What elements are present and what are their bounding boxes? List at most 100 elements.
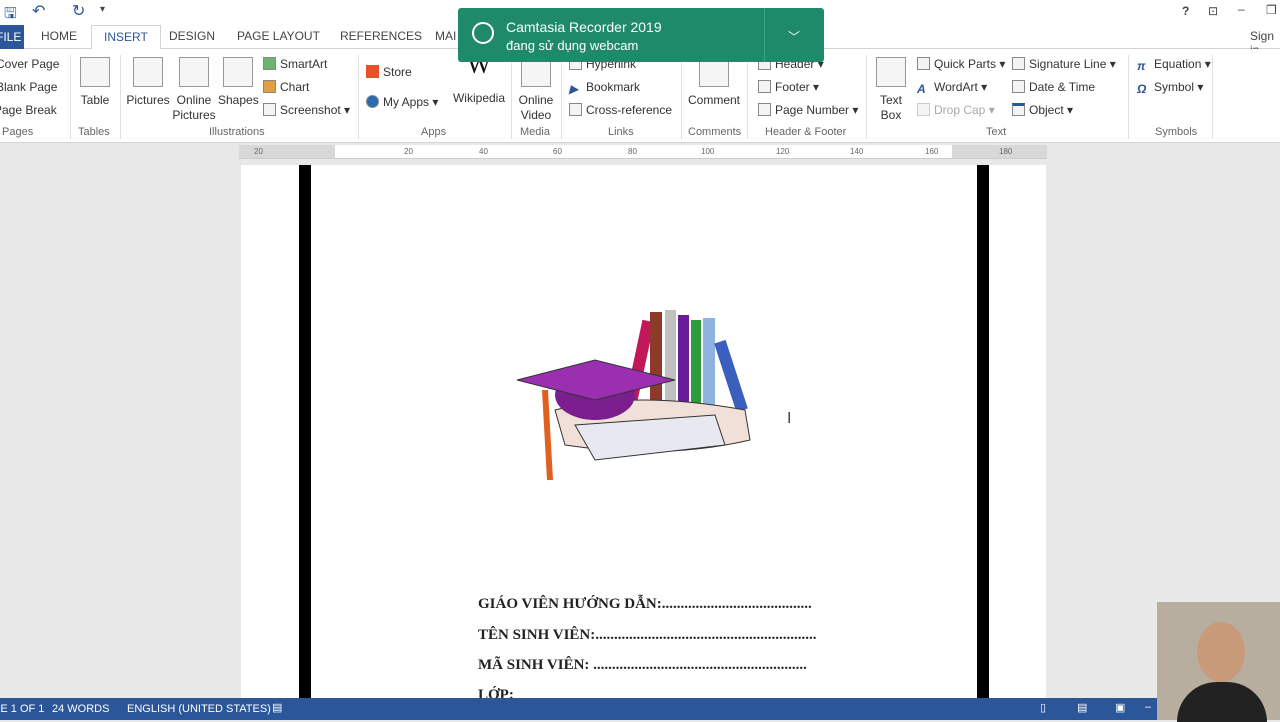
camtasia-notification[interactable]: Camtasia Recorder 2019 đang sử dụng webc… xyxy=(458,8,824,62)
horizontal-ruler[interactable]: 20 20 40 60 80 100 120 140 160 180 xyxy=(239,145,1047,159)
text-cursor-icon: I xyxy=(787,410,792,427)
ribbon: Cover Page Blank Page Page Break Pages T… xyxy=(0,49,1280,143)
group-label-tables: Tables xyxy=(78,126,110,138)
page-number-button[interactable]: Page Number ▾ xyxy=(758,103,858,117)
ruler-label: 20 xyxy=(404,147,413,156)
restore-button[interactable]: ❐ xyxy=(1266,3,1277,17)
online-video-button[interactable]: Online Video xyxy=(515,57,557,123)
shapes-icon xyxy=(223,57,253,87)
person-shirt xyxy=(1177,682,1267,722)
undo-icon[interactable]: ↶ xyxy=(32,1,45,21)
zoom-out-icon[interactable]: – xyxy=(1145,701,1151,713)
chart-button[interactable]: Chart xyxy=(263,80,309,94)
ruler-label: 160 xyxy=(925,147,939,156)
status-bar: PAGE 1 OF 1 24 WORDS ENGLISH (UNITED STA… xyxy=(0,698,1280,720)
webcam-overlay xyxy=(1157,602,1280,722)
blank-page-button[interactable]: Blank Page xyxy=(0,80,57,94)
wordart-button[interactable]: A WordArt ▾ xyxy=(917,80,987,96)
omega-icon: Ω xyxy=(1137,82,1147,96)
pi-icon: π xyxy=(1137,59,1146,73)
pictures-button[interactable]: Pictures xyxy=(126,57,170,108)
help-button[interactable]: ? xyxy=(1182,4,1189,18)
cover-page-button[interactable]: Cover Page xyxy=(0,57,59,71)
group-label-links: Links xyxy=(608,126,634,138)
text-box-button[interactable]: Text Box xyxy=(872,57,910,123)
text-box-icon xyxy=(876,57,906,87)
bookmark-button[interactable]: ▶ Bookmark xyxy=(569,80,640,96)
minimize-button[interactable]: – xyxy=(1238,2,1245,16)
cross-reference-icon xyxy=(569,103,582,116)
ruler-label: 140 xyxy=(850,147,864,156)
ruler-label: 40 xyxy=(479,147,488,156)
footer-icon xyxy=(758,80,771,93)
ruler-label: 120 xyxy=(776,147,790,156)
language-status[interactable]: ENGLISH (UNITED STATES) xyxy=(127,703,271,715)
group-label-illustrations: Illustrations xyxy=(209,126,265,138)
wikipedia-button[interactable]: W Wikipedia xyxy=(450,52,508,106)
web-layout-icon[interactable]: ▣ xyxy=(1115,701,1125,714)
macro-recording-icon[interactable]: ▤ xyxy=(272,701,282,714)
cross-reference-button[interactable]: Cross-reference xyxy=(569,103,672,117)
page-count[interactable]: PAGE 1 OF 1 xyxy=(0,703,44,715)
person-face xyxy=(1197,622,1245,682)
online-pictures-icon xyxy=(179,57,209,87)
instructor-field[interactable]: GIÁO VIÊN HƯỚNG DẪN:....................… xyxy=(478,596,812,613)
shapes-button[interactable]: Shapes xyxy=(218,57,259,108)
ruler-label: 100 xyxy=(701,147,715,156)
chevron-down-icon[interactable]: ﹀ xyxy=(788,28,800,45)
read-mode-icon[interactable]: ▯ xyxy=(1040,701,1046,714)
object-icon xyxy=(1012,103,1025,116)
symbol-button[interactable]: Ω Symbol ▾ xyxy=(1137,80,1203,96)
group-label-header-footer: Header & Footer xyxy=(765,126,847,138)
group-label-media: Media xyxy=(520,126,550,138)
table-icon xyxy=(80,57,110,87)
tab-insert[interactable]: INSERT xyxy=(91,25,161,50)
smartart-icon xyxy=(263,57,276,70)
student-name-field[interactable]: TÊN SINH VIÊN:..........................… xyxy=(478,627,817,644)
webcam-icon xyxy=(472,22,494,44)
my-apps-icon xyxy=(366,95,379,108)
word-count[interactable]: 24 WORDS xyxy=(52,703,109,715)
toast-message: đang sử dụng webcam xyxy=(506,38,639,53)
customize-toolbar-icon[interactable]: ▾ xyxy=(100,4,105,15)
redo-icon[interactable]: ↻ xyxy=(72,1,85,21)
wordart-icon: A xyxy=(917,82,926,96)
quick-parts-button[interactable]: Quick Parts ▾ xyxy=(917,57,1005,71)
signature-line-button[interactable]: Signature Line ▾ xyxy=(1012,57,1116,71)
group-label-pages: Pages xyxy=(2,126,34,138)
tab-references[interactable]: REFERENCES xyxy=(340,29,422,43)
object-button[interactable]: Object ▾ xyxy=(1012,103,1073,117)
print-layout-icon[interactable]: ▤ xyxy=(1077,701,1087,714)
page-border-left xyxy=(299,165,311,700)
page-break-button[interactable]: Page Break xyxy=(0,103,57,117)
pictures-icon xyxy=(133,57,163,87)
ribbon-display-icon[interactable]: ⊡ xyxy=(1208,4,1218,18)
smartart-button[interactable]: SmartArt xyxy=(263,57,327,71)
store-button[interactable]: Store xyxy=(366,65,412,79)
store-icon xyxy=(366,65,379,78)
my-apps-button[interactable]: My Apps ▾ xyxy=(366,95,438,109)
equation-button[interactable]: π Equation ▾ xyxy=(1137,57,1211,73)
ruler-label: 180 xyxy=(999,147,1013,156)
tab-home[interactable]: HOME xyxy=(41,29,77,43)
drop-cap-button[interactable]: Drop Cap ▾ xyxy=(917,103,995,117)
table-button[interactable]: Table xyxy=(78,57,112,108)
tab-page-layout[interactable]: PAGE LAYOUT xyxy=(237,29,320,43)
drop-cap-icon xyxy=(917,103,930,116)
student-id-field[interactable]: MÃ SINH VIÊN: ..........................… xyxy=(478,657,807,674)
screenshot-button[interactable]: Screenshot ▾ xyxy=(263,103,350,117)
chart-icon xyxy=(263,80,276,93)
online-pictures-button[interactable]: Online Pictures xyxy=(172,57,216,123)
ruler-label: 20 xyxy=(254,147,263,156)
tab-design[interactable]: DESIGN xyxy=(169,29,215,43)
group-label-symbols: Symbols xyxy=(1155,126,1198,138)
quick-parts-icon xyxy=(917,57,930,70)
graduation-books-image[interactable] xyxy=(515,300,775,495)
footer-button[interactable]: Footer ▾ xyxy=(758,80,819,94)
tab-mailings[interactable]: MAILINGS xyxy=(435,29,457,43)
comment-button[interactable]: Comment xyxy=(685,57,743,108)
tab-file[interactable]: FILE xyxy=(0,25,24,49)
screenshot-icon xyxy=(263,103,276,116)
date-time-button[interactable]: Date & Time xyxy=(1012,80,1095,94)
bookmark-icon: ▶ xyxy=(569,82,579,96)
